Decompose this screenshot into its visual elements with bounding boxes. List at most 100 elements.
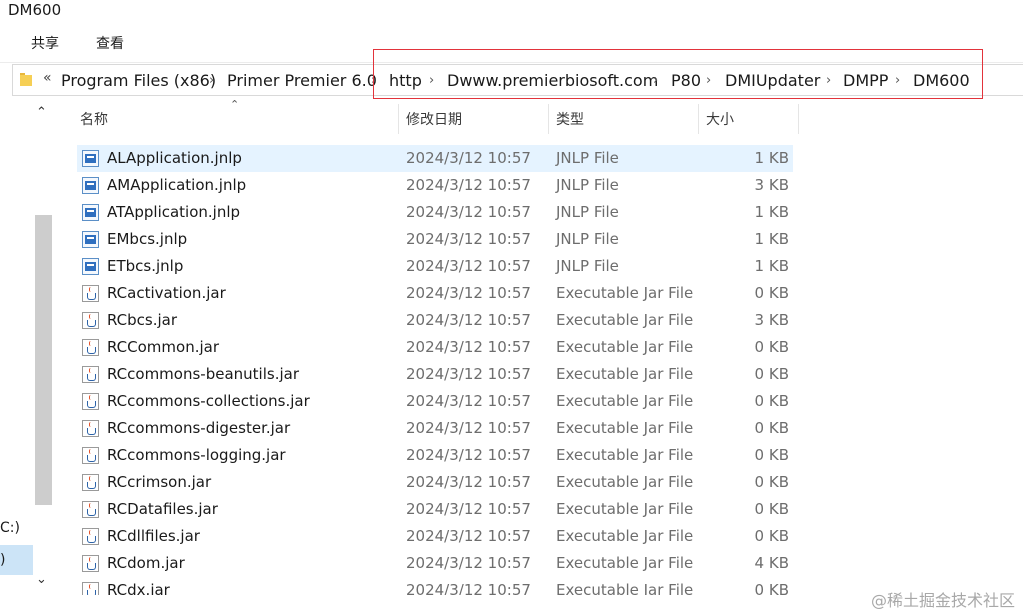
file-name: ATApplication.jnlp xyxy=(107,203,241,221)
file-size: 1 KB xyxy=(754,149,789,167)
file-row[interactable]: RCactivation.jar 2024/3/12 10:57 Executabl… xyxy=(77,280,793,307)
column-header-type[interactable]: 类型 xyxy=(556,110,584,130)
file-row[interactable]: ATApplication.jnlp 2024/3/12 10:57 JNLP Fi… xyxy=(77,199,793,226)
file-name: RCcommons-logging.jar xyxy=(107,446,286,464)
window-bottom-edge xyxy=(0,595,1023,615)
jar-file-icon xyxy=(82,393,99,410)
jar-file-icon xyxy=(82,339,99,356)
file-name: RCDatafiles.jar xyxy=(107,500,218,518)
nav-scrollbar-thumb[interactable] xyxy=(35,215,52,505)
file-row[interactable]: RCcommons-beanutils.jar 2024/3/12 10:57 Ex… xyxy=(77,361,793,388)
file-type: Executable Jar File xyxy=(556,419,694,437)
jnlp-file-icon xyxy=(82,231,99,248)
jar-file-icon xyxy=(82,528,99,545)
file-name: RCdom.jar xyxy=(107,554,185,572)
file-row[interactable]: RCdom.jar 2024/3/12 10:57 Executable Jar F… xyxy=(77,550,793,577)
file-size: 0 KB xyxy=(754,500,789,518)
watermark: @稀土掘金技术社区 xyxy=(870,591,1015,610)
file-type: JNLP File xyxy=(556,230,619,248)
file-size: 0 KB xyxy=(754,365,789,383)
nav-item-selected[interactable]: ) xyxy=(0,545,33,575)
file-row[interactable]: RCDatafiles.jar 2024/3/12 10:57 Executable… xyxy=(77,496,793,523)
file-row[interactable]: AMApplication.jnlp 2024/3/12 10:57 JNLP Fi… xyxy=(77,172,793,199)
file-date: 2024/3/12 10:57 xyxy=(406,473,531,491)
file-type: JNLP File xyxy=(556,203,619,221)
file-date: 2024/3/12 10:57 xyxy=(406,284,531,302)
column-divider[interactable] xyxy=(698,104,699,134)
window-title: DM600 xyxy=(8,1,62,19)
file-date: 2024/3/12 10:57 xyxy=(406,149,531,167)
ribbon-tab-view[interactable]: 查看 xyxy=(96,34,124,54)
column-header-name[interactable]: 名称 xyxy=(80,110,108,130)
file-date: 2024/3/12 10:57 xyxy=(406,230,531,248)
jar-file-icon xyxy=(82,312,99,329)
file-name: AMApplication.jnlp xyxy=(107,176,247,194)
file-type: Executable Jar File xyxy=(556,473,694,491)
nav-item-drive[interactable]: C:) xyxy=(0,520,20,536)
file-date: 2024/3/12 10:57 xyxy=(406,338,531,356)
jar-file-icon xyxy=(82,501,99,518)
file-row[interactable]: RCcrimson.jar 2024/3/12 10:57 Executable J… xyxy=(77,469,793,496)
file-date: 2024/3/12 10:57 xyxy=(406,257,531,275)
breadcrumb-separator[interactable]: › xyxy=(209,71,214,91)
file-date: 2024/3/12 10:57 xyxy=(406,500,531,518)
file-size: 1 KB xyxy=(754,257,789,275)
jar-file-icon xyxy=(82,474,99,491)
file-row[interactable]: RCcommons-logging.jar 2024/3/12 10:57 Exec… xyxy=(77,442,793,469)
highlight-annotation-box xyxy=(373,49,983,99)
file-name: RCcommons-beanutils.jar xyxy=(107,365,299,383)
jar-file-icon xyxy=(82,555,99,572)
file-name: ALApplication.jnlp xyxy=(107,149,242,167)
file-type: Executable Jar File xyxy=(556,392,694,410)
file-date: 2024/3/12 10:57 xyxy=(406,554,531,572)
jar-file-icon xyxy=(82,447,99,464)
file-size: 1 KB xyxy=(754,203,789,221)
file-row[interactable]: EMbcs.jnlp 2024/3/12 10:57 JNLP File 1 KB xyxy=(77,226,793,253)
file-type: Executable Jar File xyxy=(556,554,694,572)
file-type: Executable Jar File xyxy=(556,500,694,518)
file-size: 0 KB xyxy=(754,446,789,464)
file-size: 0 KB xyxy=(754,527,789,545)
column-divider[interactable] xyxy=(548,104,549,134)
file-size: 0 KB xyxy=(754,392,789,410)
jnlp-file-icon xyxy=(82,204,99,221)
jnlp-file-icon xyxy=(82,177,99,194)
breadcrumb-primer-premier[interactable]: Primer Premier 6.0 xyxy=(227,71,377,91)
file-name: EMbcs.jnlp xyxy=(107,230,188,248)
scroll-up-arrow-icon[interactable]: ⌃ xyxy=(36,105,47,120)
scroll-down-arrow-icon[interactable]: ⌄ xyxy=(36,572,47,587)
column-header-date[interactable]: 修改日期 xyxy=(406,110,462,130)
file-name: RCcrimson.jar xyxy=(107,473,212,491)
file-size: 0 KB xyxy=(754,473,789,491)
jar-file-icon xyxy=(82,366,99,383)
breadcrumb-overflow-button[interactable]: « xyxy=(43,70,52,86)
file-size: 3 KB xyxy=(754,176,789,194)
column-header-size[interactable]: 大小 xyxy=(706,110,734,130)
file-row[interactable]: RCcommons-digester.jar 2024/3/12 10:57 Exe… xyxy=(77,415,793,442)
jnlp-file-icon xyxy=(82,150,99,167)
file-date: 2024/3/12 10:57 xyxy=(406,446,531,464)
file-type: Executable Jar File xyxy=(556,338,694,356)
sort-ascending-icon: ⌃ xyxy=(230,98,240,111)
file-type: JNLP File xyxy=(556,257,619,275)
file-row[interactable]: RCcommons-collections.jar 2024/3/12 10:57… xyxy=(77,388,793,415)
file-row[interactable]: ETbcs.jnlp 2024/3/12 10:57 JNLP File 1 KB xyxy=(77,253,793,280)
file-row[interactable]: ALApplication.jnlp 2024/3/12 10:57 JNLP Fi… xyxy=(77,145,793,172)
file-date: 2024/3/12 10:57 xyxy=(406,203,531,221)
file-row[interactable]: RCbcs.jar 2024/3/12 10:57 Executable Jar F… xyxy=(77,307,793,334)
file-row[interactable]: RCCommon.jar 2024/3/12 10:57 Executable Ja… xyxy=(77,334,793,361)
file-name: RCdllfiles.jar xyxy=(107,527,200,545)
file-row[interactable]: RCdllfiles.jar 2024/3/12 10:57 Executable … xyxy=(77,523,793,550)
folder-icon xyxy=(20,73,32,86)
file-type: JNLP File xyxy=(556,176,619,194)
breadcrumb-program-files[interactable]: Program Files (x86) xyxy=(61,71,216,91)
ribbon-tab-share[interactable]: 共享 xyxy=(31,34,59,54)
column-divider[interactable] xyxy=(798,104,799,134)
file-type: Executable Jar File xyxy=(556,527,694,545)
file-date: 2024/3/12 10:57 xyxy=(406,527,531,545)
jnlp-file-icon xyxy=(82,258,99,275)
file-size: 0 KB xyxy=(754,419,789,437)
column-divider[interactable] xyxy=(398,104,399,134)
file-type: Executable Jar File xyxy=(556,446,694,464)
file-size: 0 KB xyxy=(754,338,789,356)
